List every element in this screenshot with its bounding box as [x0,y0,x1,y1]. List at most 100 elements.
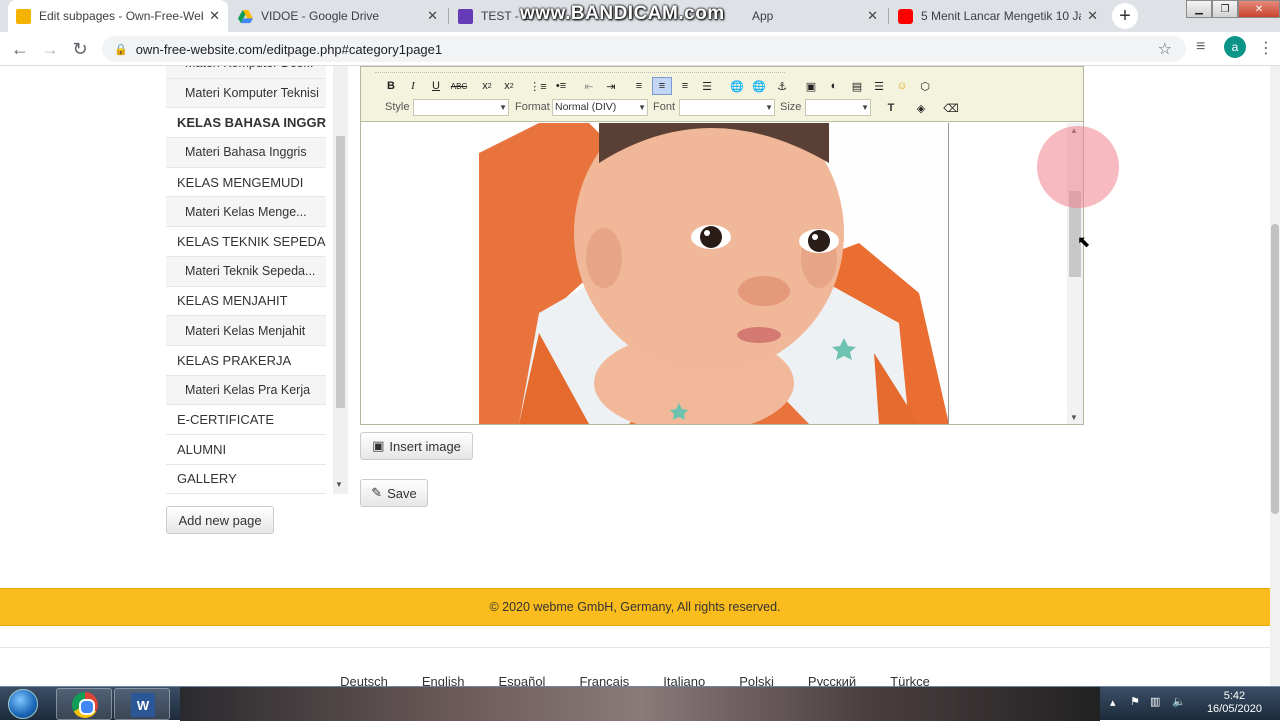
special-char-icon[interactable]: ⬡ [915,77,935,95]
align-left-icon[interactable]: ≡ [629,77,649,95]
font-dropdown[interactable]: ▼ [679,99,775,116]
language-link[interactable]: Italiano [663,674,705,686]
address-bar[interactable]: 🔒 own-free-website.com/editpage.php#cate… [102,36,1186,62]
cursor-highlight [1037,126,1119,208]
style-dropdown[interactable]: ▼ [413,99,509,116]
forward-button[interactable]: → [38,37,62,61]
anchor-icon[interactable]: ⚓ [772,77,792,95]
sidebar-scrollbar-thumb[interactable] [336,136,345,408]
back-button[interactable]: ← [8,37,32,61]
sidebar-subpage-item[interactable]: Materi Komputer Teknisi [166,78,326,109]
link-icon[interactable]: 🌐 [727,77,747,95]
sidebar-category-item[interactable]: KELAS MENJAHIT [166,287,326,317]
sidebar-subpage-item[interactable]: Materi Kelas Menjahit [166,316,326,346]
save-button[interactable]: ✎ Save [360,479,428,507]
unlink-icon[interactable]: 🌐 [749,77,769,95]
close-tab-icon[interactable]: ✕ [427,8,438,24]
taskbar-chrome[interactable] [56,688,112,720]
align-center-icon[interactable]: ≡ [652,77,672,95]
taskbar-word[interactable]: W [114,688,170,720]
chrome-icon [72,692,98,718]
sidebar-subpage-item[interactable]: Materi Teknik Sepeda... [166,256,326,287]
tab-edit-subpages[interactable]: Edit subpages - Own-Free-Website ✕ [8,0,228,32]
superscript-button[interactable]: x2 [499,77,519,95]
windows-start-icon[interactable] [8,689,38,719]
tab-title: 5 Menit Lancar Mengetik 10 Jari [921,9,1082,23]
windows-taskbar: W ▴ ⚑ ▥ 🔈 5:42 16/05/2020 [0,686,1280,721]
sidebar-category-item[interactable]: KELAS TEKNIK SEPEDA [166,227,326,257]
minimize-window-button[interactable]: ▁ [1186,0,1212,18]
numbered-list-icon[interactable]: ⋮≡ [528,77,548,95]
underline-button[interactable]: U [426,77,446,95]
bulleted-list-icon[interactable]: •≡ [551,77,571,95]
image-icon[interactable]: ▣ [801,77,821,95]
sidebar-subpage-item[interactable]: Materi Kelas Menge... [166,197,326,228]
sidebar-category-item[interactable]: KELAS PRAKERJA [166,346,326,376]
language-link[interactable]: Polski [739,674,774,686]
tab-google-drive[interactable]: VIDOE - Google Drive ✕ [230,0,446,32]
text-color-icon[interactable]: T [881,99,901,117]
close-tab-icon[interactable]: ✕ [209,8,220,24]
clear-format-icon[interactable]: ⌫ [941,99,961,117]
language-link[interactable]: English [422,674,465,686]
sidebar-scrollbar[interactable]: ▼ [333,66,348,494]
subscript-button[interactable]: x2 [477,77,497,95]
close-window-button[interactable]: ✕ [1238,0,1280,18]
sidebar-category-item[interactable]: GALLERY [166,465,326,494]
scroll-down-arrow-icon[interactable]: ▼ [335,480,343,489]
flash-icon[interactable]: ◐ [824,77,844,95]
format-dropdown[interactable]: Normal (DIV) ▼ [552,99,648,116]
sidebar-category-item[interactable]: KELAS BAHASA INGGRIS [166,108,326,139]
horizontal-rule-icon[interactable]: ☰ [869,77,889,95]
youtube-favicon-icon [898,8,913,24]
sidebar-category-item[interactable]: ALUMNI [166,435,326,465]
media-controls-icon[interactable]: ≡ [1196,38,1205,56]
table-icon[interactable]: ▤ [847,77,867,95]
reload-button[interactable]: ↻ [68,37,92,61]
chrome-menu-icon[interactable]: ⋮ [1258,38,1274,58]
language-link[interactable]: Türkçe [890,674,930,686]
tray-expand-icon[interactable]: ▴ [1110,696,1116,709]
rich-text-editor: B I U ABC x2 x2 ⋮≡ •≡ ⇤ ⇥ ≡ ≡ ≡ ☰ 🌐 🌐 ⚓ … [360,66,1084,425]
outdent-icon[interactable]: ⇤ [579,77,599,95]
sidebar-subpage-item[interactable]: Materi Bahasa Inggris [166,138,326,168]
maximize-window-button[interactable]: ❐ [1212,0,1238,18]
italic-button[interactable]: I [403,77,423,95]
language-link[interactable]: Deutsch [340,674,388,686]
justify-icon[interactable]: ☰ [697,77,717,95]
page-scrollbar[interactable] [1270,66,1280,686]
pencil-icon: ✎ [371,485,383,500]
insert-image-button[interactable]: ▣ Insert image [360,432,473,460]
lock-icon[interactable]: 🔒 [114,43,128,56]
sidebar-subpage-item[interactable]: Materi Kelas Pra Kerja [166,375,326,406]
network-icon[interactable]: ▥ [1150,695,1160,708]
sidebar-subpage-item[interactable]: Materi Komputer Des... [166,66,326,79]
size-dropdown[interactable]: ▼ [805,99,871,116]
close-tab-icon[interactable]: ✕ [867,8,878,24]
language-link[interactable]: Español [498,674,545,686]
editor-content-area[interactable]: ▲ ▼ [361,123,1083,424]
align-right-icon[interactable]: ≡ [675,77,695,95]
bold-button[interactable]: B [381,77,401,95]
page-scrollbar-thumb[interactable] [1271,224,1279,514]
action-center-flag-icon[interactable]: ⚑ [1130,695,1140,708]
new-tab-button[interactable]: + [1112,3,1138,29]
volume-icon[interactable]: 🔈 [1172,695,1186,708]
tab-youtube-video[interactable]: 5 Menit Lancar Mengetik 10 Jari ✕ [890,0,1106,32]
strikethrough-button[interactable]: ABC [449,77,469,95]
smiley-icon[interactable]: ☺ [892,77,912,95]
editor-toolbar: B I U ABC x2 x2 ⋮≡ •≡ ⇤ ⇥ ≡ ≡ ≡ ☰ 🌐 🌐 ⚓ … [361,67,1083,122]
scroll-down-arrow-icon[interactable]: ▼ [1070,413,1078,422]
language-link[interactable]: Français [579,674,629,686]
profile-avatar[interactable]: a [1224,36,1246,58]
indent-icon[interactable]: ⇥ [601,77,621,95]
sidebar-category-item[interactable]: E-CERTIFICATE [166,405,326,435]
add-new-page-button[interactable]: Add new page [166,506,274,534]
system-clock[interactable]: 5:42 16/05/2020 [1207,690,1262,716]
background-color-icon[interactable]: ◈ [911,99,931,117]
language-link[interactable]: Русский [808,674,856,686]
bookmark-star-icon[interactable]: ☆ [1158,39,1172,59]
close-tab-icon[interactable]: ✕ [1087,8,1098,24]
footer-divider [0,647,1270,648]
sidebar-category-item[interactable]: KELAS MENGEMUDI [166,168,326,198]
